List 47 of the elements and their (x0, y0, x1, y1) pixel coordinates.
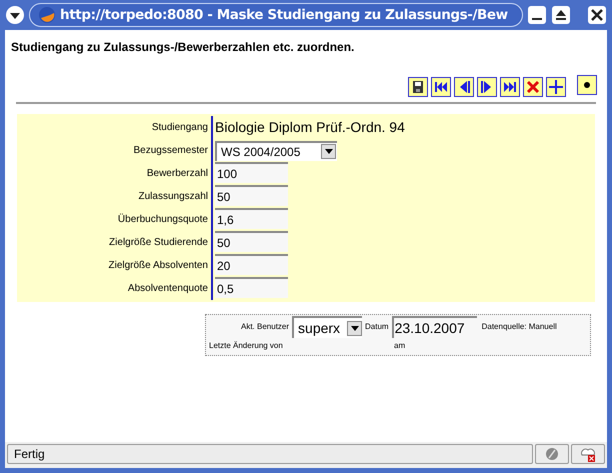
floppy-disk-button[interactable] (408, 77, 428, 97)
dropdown-button[interactable] (321, 144, 336, 159)
field-label: Studiengang (150, 121, 209, 135)
data-source-text: Datenquelle: Manuell (482, 321, 557, 333)
grid-icon (547, 78, 565, 96)
on-label: am (394, 340, 406, 352)
dot-button[interactable] (577, 75, 597, 95)
window-title: http://torpedo:8080 - Maske Studiengang zu Zulassungs-/Bew (60, 6, 508, 25)
input-field[interactable]: 50 (215, 231, 288, 252)
maximize-icon[interactable] (551, 5, 571, 25)
field-label: Bezugssemester (132, 144, 209, 158)
field-label: Absolventenquote (126, 282, 209, 296)
input-field[interactable]: 100 (215, 162, 288, 183)
delete-icon (524, 78, 542, 96)
page-heading: Studiengang zu Zulassungs-/Bewerberzahlen etc. zuordnen. (11, 39, 356, 56)
field-label: Zielgröße Absolventen (107, 259, 209, 273)
user-select[interactable]: superx (292, 316, 362, 338)
menu-icon[interactable] (5, 5, 25, 25)
grid-button[interactable] (546, 77, 566, 97)
blocked-icon (546, 448, 558, 460)
browser-logo-icon (38, 6, 56, 24)
study-program-value: Biologie Diplom Prüf.-Ordn. 94 (215, 118, 405, 134)
minimize-icon[interactable] (527, 5, 547, 25)
date-field[interactable]: 23.10.2007 (392, 316, 477, 338)
next-record-button[interactable] (477, 77, 497, 97)
date-label: Datum (365, 321, 389, 333)
delete-button[interactable] (523, 77, 543, 97)
semester-select[interactable]: WS 2004/2005 (215, 140, 337, 160)
field-label: Zulassungszahl (138, 190, 209, 204)
dropdown-button[interactable] (347, 320, 362, 336)
last-change-label: Letzte Änderung von (209, 340, 284, 352)
close-icon[interactable] (587, 5, 607, 25)
input-field[interactable]: 50 (215, 185, 288, 206)
caret-icon (324, 149, 332, 154)
input-field[interactable]: 0,5 (215, 277, 288, 298)
field-label: Zielgröße Studierende (108, 236, 209, 250)
previous-record-button[interactable] (454, 77, 474, 97)
caret-icon (350, 326, 359, 330)
last-record-button[interactable] (500, 77, 520, 97)
input-field[interactable]: 20 (215, 254, 288, 275)
status-bar: Fertig (7, 444, 533, 464)
offline-icon (580, 446, 596, 462)
input-field[interactable]: 1,6 (215, 208, 288, 229)
user-label: Akt. Benutzer (241, 321, 290, 333)
first-record-button[interactable] (431, 77, 451, 97)
field-label: Bewerberzahl (146, 167, 209, 181)
field-label: Überbuchungsquote (116, 212, 209, 227)
